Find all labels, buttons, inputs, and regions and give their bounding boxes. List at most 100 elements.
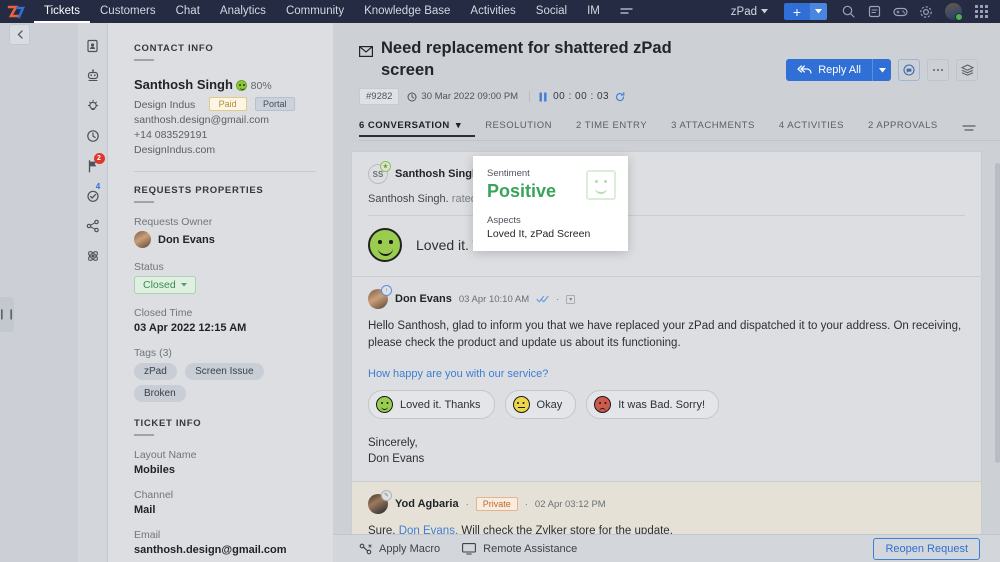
remote-assistance-label: Remote Assistance [483,543,577,555]
robot-icon[interactable] [78,61,108,91]
create-new-button[interactable]: + [784,3,810,20]
reply-all-icon [797,65,812,75]
created-time-text: 30 Mar 2022 09:00 PM [421,91,518,102]
share-icon[interactable] [78,211,108,241]
idea-bulb-icon[interactable] [78,91,108,121]
grid-apps-icon[interactable] [968,0,994,23]
gear-icon[interactable] [913,0,939,23]
message-timestamp: 03 Apr 10:10 AM [459,294,529,305]
pause-icon [539,92,547,102]
create-button-group: + [784,3,827,20]
feedback-okay-label: Okay [537,399,563,411]
private-note-badge-icon: ✎ [381,490,392,501]
contact-email[interactable]: santhosh.design@gmail.com [134,113,333,128]
closed-time-label: Closed Time [134,307,333,319]
game-controller-icon[interactable] [887,0,913,23]
signature-line-1: Sincerely, [368,435,965,451]
zoho-desk-logo-icon[interactable] [0,0,34,23]
nav-item-knowledge-base[interactable]: Knowledge Base [354,0,460,23]
ticket-main-panel: Need replacement for shattered zPad scre… [333,23,1000,562]
atom-icon[interactable] [78,241,108,271]
create-new-dropdown-icon[interactable] [810,3,827,20]
message-author[interactable]: Yod Agbaria [395,498,459,510]
message-header: ✎ Yod Agbaria · Private · 02 Apr 03:12 P… [368,494,965,514]
message-time-dot: · [556,294,559,305]
feedback-okay-button[interactable]: Okay [505,390,577,419]
message-author[interactable]: Santhosh Singh [395,168,479,180]
survey-question[interactable]: How happy are you with our service? [368,368,965,380]
message-options-icon[interactable]: ▾ [566,295,575,304]
user-avatar[interactable] [945,3,962,20]
flag-icon[interactable]: 2 [78,151,108,181]
aspects-label: Aspects [487,215,614,226]
tag-chip[interactable]: zPad [134,363,177,380]
tab-conversation[interactable]: 6 CONVERSATION ▾ [359,120,475,137]
avatar: ↑ [368,289,388,309]
ticket-title-text: Need replacement for shattered zPad scre… [381,37,719,81]
ticket-details-sidebar: CONTACT INFO Santhosh Singh 80% Design I… [108,23,333,562]
chat-bubble-icon[interactable] [898,59,920,81]
nav-item-tickets[interactable]: Tickets [34,0,90,23]
tabs-filter-icon[interactable] [962,122,976,136]
message-timestamp: 02 Apr 03:12 PM [535,499,606,510]
mail-envelope-icon [359,37,373,63]
nav-more-menu-icon[interactable] [610,0,643,23]
contact-website[interactable]: DesignIndus.com [134,143,333,158]
nav-item-customers[interactable]: Customers [90,0,166,23]
layers-icon[interactable] [956,59,978,81]
remote-assistance-button[interactable]: Remote Assistance [462,543,577,555]
time-tracker[interactable]: 00 : 00 : 03 [529,91,625,102]
feedback-loved-it-button[interactable]: Loved it. Thanks [368,390,495,419]
status-badge[interactable]: Closed [134,276,196,294]
panel-resize-handle[interactable]: ❙❙ [0,297,14,332]
reopen-request-button[interactable]: Reopen Request [873,538,980,560]
approval-check-icon[interactable]: 4 [78,181,108,211]
tools-icon-rail: 2 4 [78,23,108,562]
message-author[interactable]: Don Evans [395,293,452,305]
clock-icon [407,92,417,102]
department-selector[interactable]: zPad [723,6,776,18]
tab-attachments[interactable]: 3 ATTACHMENTS [671,120,769,137]
main-nav-items: Tickets Customers Chat Analytics Communi… [34,0,643,23]
nav-item-chat[interactable]: Chat [166,0,210,23]
monitor-icon [462,543,476,555]
notes-icon[interactable] [861,0,887,23]
reply-all-button[interactable]: Reply All [786,59,891,81]
more-options-icon[interactable] [927,59,949,81]
nav-item-social[interactable]: Social [526,0,577,23]
apply-macro-button[interactable]: Apply Macro [359,543,440,555]
reply-options-dropdown-icon[interactable] [872,59,891,81]
conversation-scrollbar[interactable] [995,163,1000,463]
contact-info-heading: CONTACT INFO [134,43,333,54]
reply-all-main[interactable]: Reply All [786,59,872,81]
contacts-icon[interactable] [78,31,108,61]
tag-chip[interactable]: Broken [134,385,186,402]
nav-item-analytics[interactable]: Analytics [210,0,276,23]
rating-summary: Santhosh Singh. rated r [368,193,965,205]
nav-item-activities[interactable]: Activities [460,0,525,23]
ticket-info-heading: TICKET INFO [134,418,333,429]
contact-phone[interactable]: +14 083529191 [134,128,333,143]
requests-owner-label: Requests Owner [134,216,333,228]
email-label: Email [134,529,333,541]
contact-name[interactable]: Santhosh Singh [134,77,233,92]
paid-badge: Paid [209,97,247,111]
ticket-tabs: 6 CONVERSATION ▾ RESOLUTION 2 TIME ENTRY… [359,117,1000,141]
tab-resolution[interactable]: RESOLUTION [485,120,566,137]
tab-time-entry[interactable]: 2 TIME ENTRY [576,120,661,137]
nav-item-community[interactable]: Community [276,0,354,23]
tab-approvals[interactable]: 2 APPROVALS [868,120,952,137]
nav-right-cluster: zPad + [723,0,1000,23]
back-button[interactable] [9,24,30,45]
search-icon[interactable] [835,0,861,23]
history-clock-icon[interactable] [78,121,108,151]
requests-owner-value[interactable]: Don Evans [134,231,333,248]
nav-item-im[interactable]: IM [577,0,610,23]
tag-chip[interactable]: Screen Issue [185,363,263,380]
feedback-bad-button[interactable]: It was Bad. Sorry! [586,390,719,419]
tab-activities[interactable]: 4 ACTIVITIES [779,120,858,137]
closed-time-value: 03 Apr 2022 12:15 AM [134,322,333,334]
neutral-face-icon [513,396,530,413]
message-time-dot: · [525,499,528,510]
ticket-created-time: 30 Mar 2022 09:00 PM [407,91,518,102]
